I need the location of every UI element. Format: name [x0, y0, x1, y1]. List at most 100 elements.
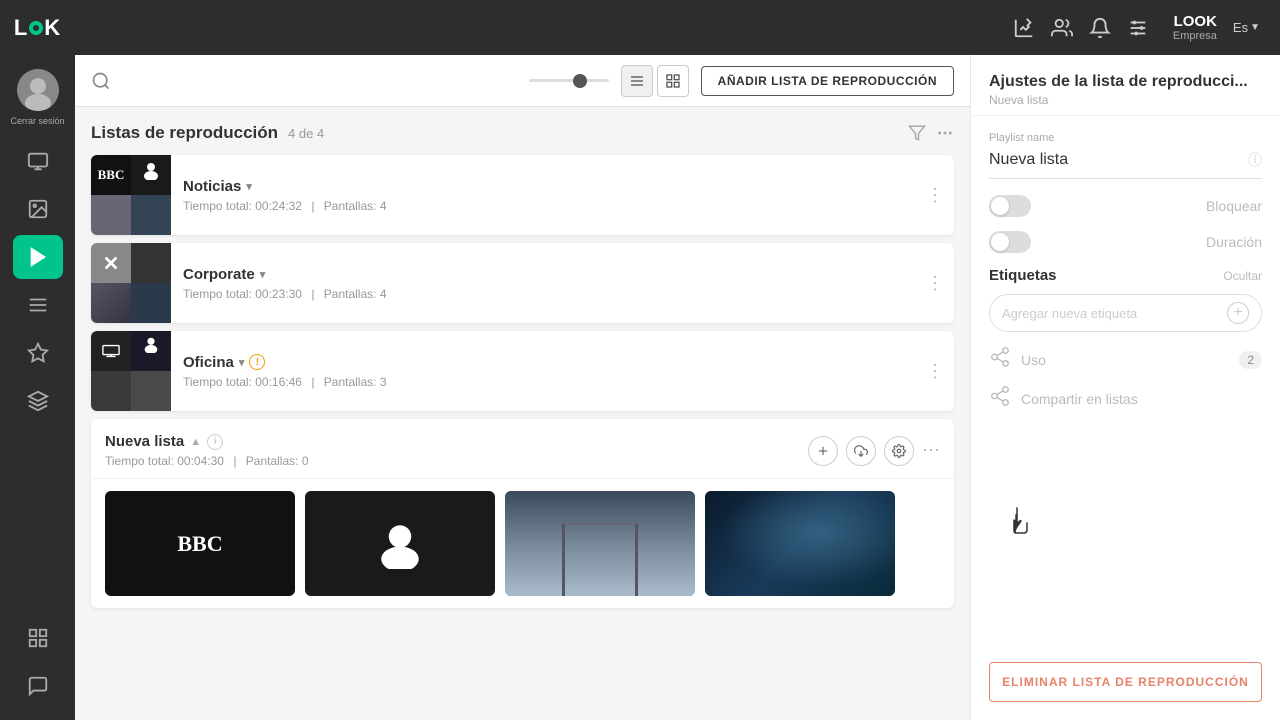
- thumb-x: [91, 243, 131, 283]
- header-brand: LOOK Empresa: [1173, 13, 1217, 42]
- bell-icon[interactable]: [1089, 17, 1111, 39]
- gear-button[interactable]: [884, 436, 914, 466]
- nueva-lista-meta: Tiempo total: 00:04:30 | Pantallas: 0: [105, 454, 808, 468]
- noticias-thumbs: BBC: [91, 155, 171, 235]
- playlist-item-oficina[interactable]: Oficina ▾ ! Tiempo total: 00:16:46 | Pan…: [91, 331, 954, 411]
- sidebar-item-layers[interactable]: [13, 379, 63, 423]
- nueva-more-button[interactable]: ⋯: [922, 440, 940, 461]
- playlist-name-field[interactable]: Nueva lista ⓘ: [989, 150, 1262, 179]
- chevron-icon: ▾: [246, 180, 252, 193]
- thumb-bbc: BBC: [91, 155, 131, 195]
- sidebar-item-list[interactable]: [13, 283, 63, 327]
- chevron-icon3: ▾: [239, 356, 245, 369]
- uso-label: Uso: [1021, 352, 1229, 368]
- toolbar: AÑADIR LISTA DE REPRODUCCIÓN: [75, 55, 970, 107]
- right-panel: Ajustes de la lista de reproducci... Nue…: [970, 55, 1280, 720]
- field-info-icon: ⓘ: [1248, 150, 1262, 170]
- uso-row[interactable]: Uso 2: [989, 346, 1262, 373]
- playlist-item-noticias[interactable]: BBC Noticias ▾ Tiempo total: 0: [91, 155, 954, 235]
- sidebar-item-star[interactable]: [13, 331, 63, 375]
- duracion-toggle[interactable]: [989, 231, 1031, 253]
- sidebar-item-playlist[interactable]: [13, 235, 63, 279]
- settings-icon[interactable]: [1127, 17, 1149, 39]
- bloquear-label: Bloquear: [1206, 198, 1262, 214]
- header: LOOK Empresa Es ▼: [75, 0, 1280, 55]
- logout-text: Cerrar sesión: [10, 116, 64, 126]
- add-content-button[interactable]: [808, 436, 838, 466]
- thumb-blue: [91, 195, 131, 235]
- corporate-more-button[interactable]: ⋮: [926, 273, 944, 294]
- thumb-nature: [91, 283, 131, 323]
- playlist-item-corporate[interactable]: Corporate ▾ Tiempo total: 00:23:30 | Pan…: [91, 243, 954, 323]
- etiquetas-title: Etiquetas: [989, 267, 1057, 284]
- corporate-thumbs: [91, 243, 171, 323]
- ocultar-link[interactable]: Ocultar: [1223, 269, 1262, 283]
- thumb-dark3: [131, 243, 171, 283]
- view-toggle: [621, 65, 689, 97]
- sidebar-item-comment[interactable]: [13, 664, 63, 708]
- section-header: Listas de reproducción 4 de 4: [91, 123, 954, 143]
- thumb-person1: [131, 155, 171, 195]
- main-wrapper: LOOK Empresa Es ▼: [75, 0, 1280, 720]
- etiquetas-header: Etiquetas Ocultar: [989, 267, 1262, 284]
- thumb-person-large: [305, 491, 495, 596]
- list-view-button[interactable]: [621, 65, 653, 97]
- sidebar-item-grid[interactable]: [13, 616, 63, 660]
- noticias-meta: Tiempo total: 00:24:32 | Pantallas: 4: [183, 199, 914, 213]
- bloquear-toggle-row: Bloquear: [989, 195, 1262, 217]
- noticias-more-button[interactable]: ⋮: [926, 185, 944, 206]
- analytics-icon[interactable]: [1013, 17, 1035, 39]
- section-title: Listas de reproducción: [91, 123, 278, 143]
- user-avatar[interactable]: Cerrar sesión: [0, 55, 75, 134]
- oficina-thumbs: [91, 331, 171, 411]
- logo: LK: [0, 0, 75, 55]
- info-icon-oficina: !: [249, 354, 265, 370]
- corporate-meta: Tiempo total: 00:23:30 | Pantallas: 4: [183, 287, 914, 301]
- delete-playlist-button[interactable]: ELIMINAR LISTA DE REPRODUCCIÓN: [989, 662, 1262, 702]
- section-actions[interactable]: [908, 124, 954, 142]
- language-selector[interactable]: Es ▼: [1233, 20, 1260, 35]
- uso-icon: [989, 346, 1011, 373]
- playlist-list: Listas de reproducción 4 de 4 BBC: [75, 107, 970, 720]
- nueva-lista-actions: ⋯: [808, 436, 940, 466]
- users-icon[interactable]: [1051, 17, 1073, 39]
- search-button[interactable]: [91, 71, 111, 91]
- oficina-more-button[interactable]: ⋮: [926, 361, 944, 382]
- playlist-name-label: Playlist name: [989, 132, 1262, 144]
- import-button[interactable]: [846, 436, 876, 466]
- playlist-name-value: Nueva lista: [989, 151, 1068, 169]
- chevron-icon2: ▾: [260, 268, 266, 281]
- brand-name: LOOK: [1174, 13, 1217, 30]
- thumb-bbc-large: BBC: [105, 491, 295, 596]
- thumb-bridge-large: [505, 491, 695, 596]
- sidebar-nav: [0, 134, 75, 616]
- nueva-lista-title: Nueva lista ▲ i: [105, 433, 808, 450]
- etiqueta-input[interactable]: Agregar nueva etiqueta +: [989, 294, 1262, 332]
- right-panel-body: Playlist name Nueva lista ⓘ Bloquear Dur…: [971, 116, 1280, 662]
- etiqueta-add-button[interactable]: +: [1227, 302, 1249, 324]
- oficina-info: Oficina ▾ ! Tiempo total: 00:16:46 | Pan…: [171, 354, 926, 389]
- etiqueta-placeholder: Agregar nueva etiqueta: [1002, 306, 1137, 321]
- bloquear-toggle[interactable]: [989, 195, 1031, 217]
- sidebar-item-image[interactable]: [13, 187, 63, 231]
- right-panel-header: Ajustes de la lista de reproducci... Nue…: [971, 55, 1280, 116]
- corporate-info: Corporate ▾ Tiempo total: 00:23:30 | Pan…: [171, 266, 926, 301]
- size-slider[interactable]: [529, 79, 609, 82]
- sidebar-bottom: [13, 616, 63, 720]
- right-panel-title: Ajustes de la lista de reproducci...: [989, 73, 1262, 91]
- sidebar: LK Cerrar sesión: [0, 0, 75, 720]
- oficina-meta: Tiempo total: 00:16:46 | Pantallas: 3: [183, 375, 914, 389]
- sidebar-item-screen[interactable]: [13, 139, 63, 183]
- thumb-dark4: [131, 283, 171, 323]
- info-icon-nueva: i: [207, 434, 223, 450]
- compartir-label: Compartir en listas: [1021, 391, 1138, 407]
- content-area: AÑADIR LISTA DE REPRODUCCIÓN Listas de r…: [75, 55, 1280, 720]
- add-playlist-button[interactable]: AÑADIR LISTA DE REPRODUCCIÓN: [701, 66, 954, 96]
- duracion-toggle-row: Duración: [989, 231, 1262, 253]
- right-panel-subtitle: Nueva lista: [989, 93, 1262, 107]
- duracion-label: Duración: [1206, 234, 1262, 250]
- grid-view-button[interactable]: [657, 65, 689, 97]
- nueva-lista-header: Nueva lista ▲ i Tiempo total: 00:04:30 |…: [91, 419, 954, 479]
- uso-badge: 2: [1239, 351, 1262, 369]
- compartir-row[interactable]: Compartir en listas: [989, 385, 1262, 412]
